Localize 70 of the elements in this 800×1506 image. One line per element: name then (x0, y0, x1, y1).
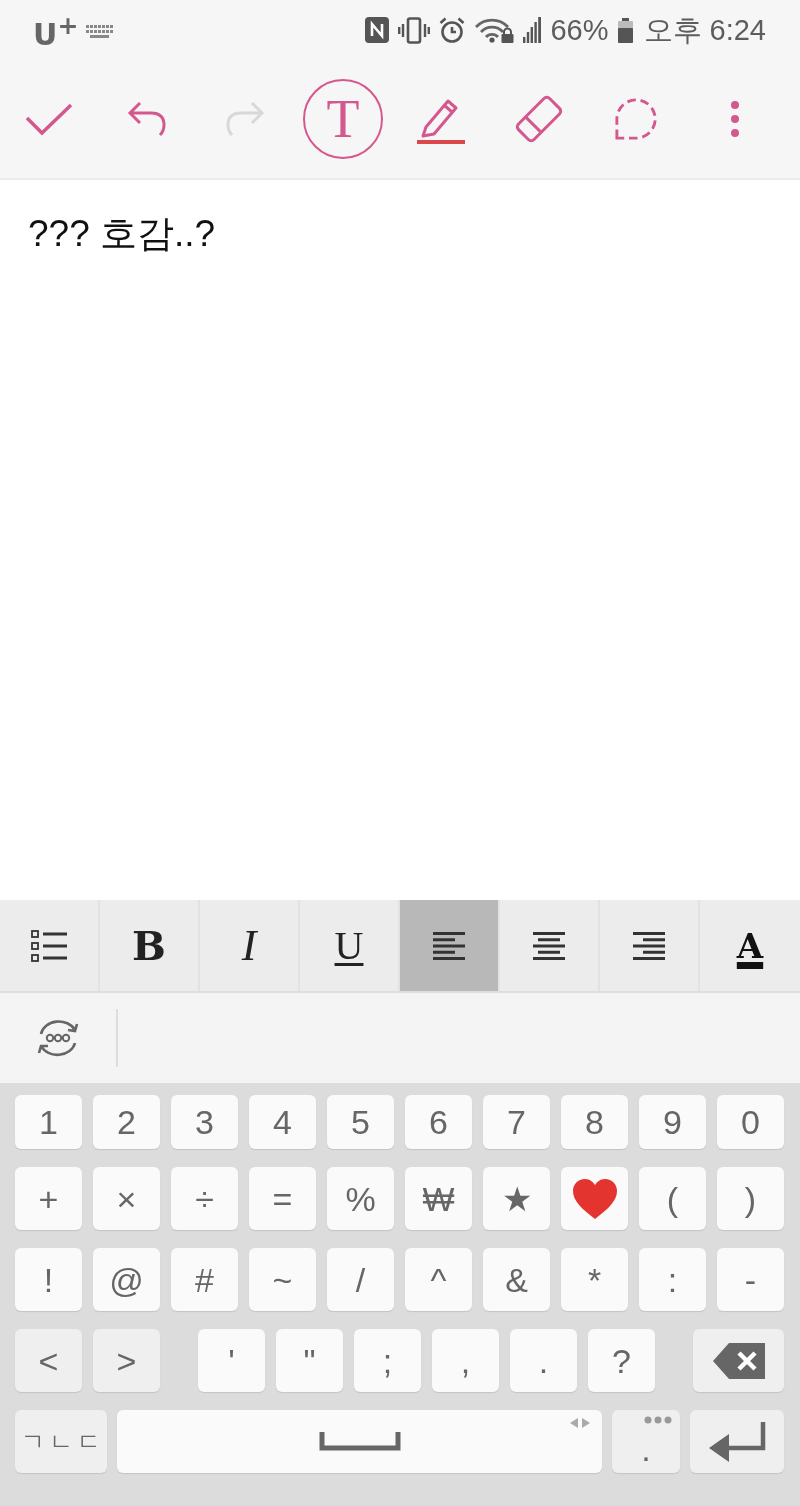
space-bar-icon (318, 1432, 401, 1451)
keyboard-key[interactable]: / (327, 1248, 394, 1311)
signal-icon (523, 17, 542, 43)
keyboard-key[interactable]: ( (639, 1167, 706, 1230)
keyboard-key[interactable]: × (93, 1167, 160, 1230)
keyboard-key[interactable]: ? (588, 1329, 655, 1392)
keyboard-key[interactable]: 8 (561, 1095, 628, 1149)
vibrate-icon (398, 16, 431, 44)
keyboard-key[interactable]: : (639, 1248, 706, 1311)
keyboard-key[interactable]: 3 (171, 1095, 238, 1149)
backspace-key[interactable] (693, 1329, 784, 1392)
keyboard-key[interactable]: % (327, 1167, 394, 1230)
battery-percent: 66% (550, 13, 609, 47)
enter-icon (707, 1419, 767, 1464)
keyboard-icon (86, 25, 114, 39)
eraser-icon[interactable] (514, 94, 564, 144)
wifi-lock-icon (474, 17, 515, 43)
keyboard-key[interactable]: < (15, 1329, 82, 1392)
enter-key[interactable] (690, 1410, 784, 1473)
keyboard-key[interactable]: . (510, 1329, 577, 1392)
keyboard-key[interactable]: 4 (249, 1095, 316, 1149)
keyboard-key[interactable]: ₩ (405, 1167, 472, 1230)
keyboard-key[interactable]: > (93, 1329, 160, 1392)
keyboard-key[interactable]: # (171, 1248, 238, 1311)
status-time: 오후 6:24 (643, 13, 766, 47)
keyboard-key[interactable]: - (717, 1248, 784, 1311)
keyboard-key[interactable]: ; (354, 1329, 421, 1392)
undo-icon[interactable] (127, 101, 167, 137)
keyboard-key[interactable]: ^ (405, 1248, 472, 1311)
align-left-button[interactable] (400, 900, 500, 991)
carrier-logo: U$^{+}$ (33, 9, 79, 53)
keyboard-key[interactable]: + (15, 1167, 82, 1230)
align-right-icon[interactable] (633, 931, 665, 960)
emoji-key[interactable] (561, 1167, 628, 1230)
alarm-icon (439, 17, 466, 43)
note-text: ??? 호감..? (28, 212, 216, 256)
keyboard-key[interactable]: = (249, 1167, 316, 1230)
more-vertical-icon[interactable] (730, 100, 740, 138)
keyboard-key[interactable]: & (483, 1248, 550, 1311)
language-key[interactable]: ㄱㄴㄷ (15, 1410, 107, 1473)
keyboard-key[interactable]: ÷ (171, 1167, 238, 1230)
battery-icon (617, 17, 633, 43)
check-icon[interactable] (25, 102, 73, 136)
more-dots-icon (644, 1416, 672, 1424)
keyboard-key[interactable]: 9 (639, 1095, 706, 1149)
align-left-icon[interactable] (433, 931, 465, 960)
keyboard-key[interactable]: ★ (483, 1167, 550, 1230)
keyboard-key[interactable]: ) (717, 1167, 784, 1230)
cursor-arrows-icon (570, 1418, 590, 1428)
keyboard-key[interactable]: 5 (327, 1095, 394, 1149)
period-key[interactable]: . (612, 1410, 680, 1473)
keyboard-key[interactable]: * (561, 1248, 628, 1311)
align-center-icon[interactable] (533, 931, 565, 960)
keyboard-key[interactable]: 7 (483, 1095, 550, 1149)
keyboard-key[interactable]: 6 (405, 1095, 472, 1149)
heart-icon (571, 1177, 618, 1220)
keyboard-key[interactable]: ~ (249, 1248, 316, 1311)
keyboard-key[interactable]: @ (93, 1248, 160, 1311)
bulleted-list-icon[interactable] (31, 929, 67, 962)
keyboard-key[interactable]: " (276, 1329, 343, 1392)
keyboard-key[interactable]: 1 (15, 1095, 82, 1149)
sync-dots-icon[interactable] (35, 1017, 81, 1059)
keyboard-key[interactable]: 0 (717, 1095, 784, 1149)
nfc-icon (365, 17, 390, 43)
keyboard-key[interactable]: , (432, 1329, 499, 1392)
keyboard-key[interactable]: ' (198, 1329, 265, 1392)
keyboard-key[interactable]: 2 (93, 1095, 160, 1149)
backspace-icon (712, 1342, 765, 1379)
text-tool-button[interactable]: T (303, 79, 383, 159)
keyboard-key[interactable]: ! (15, 1248, 82, 1311)
